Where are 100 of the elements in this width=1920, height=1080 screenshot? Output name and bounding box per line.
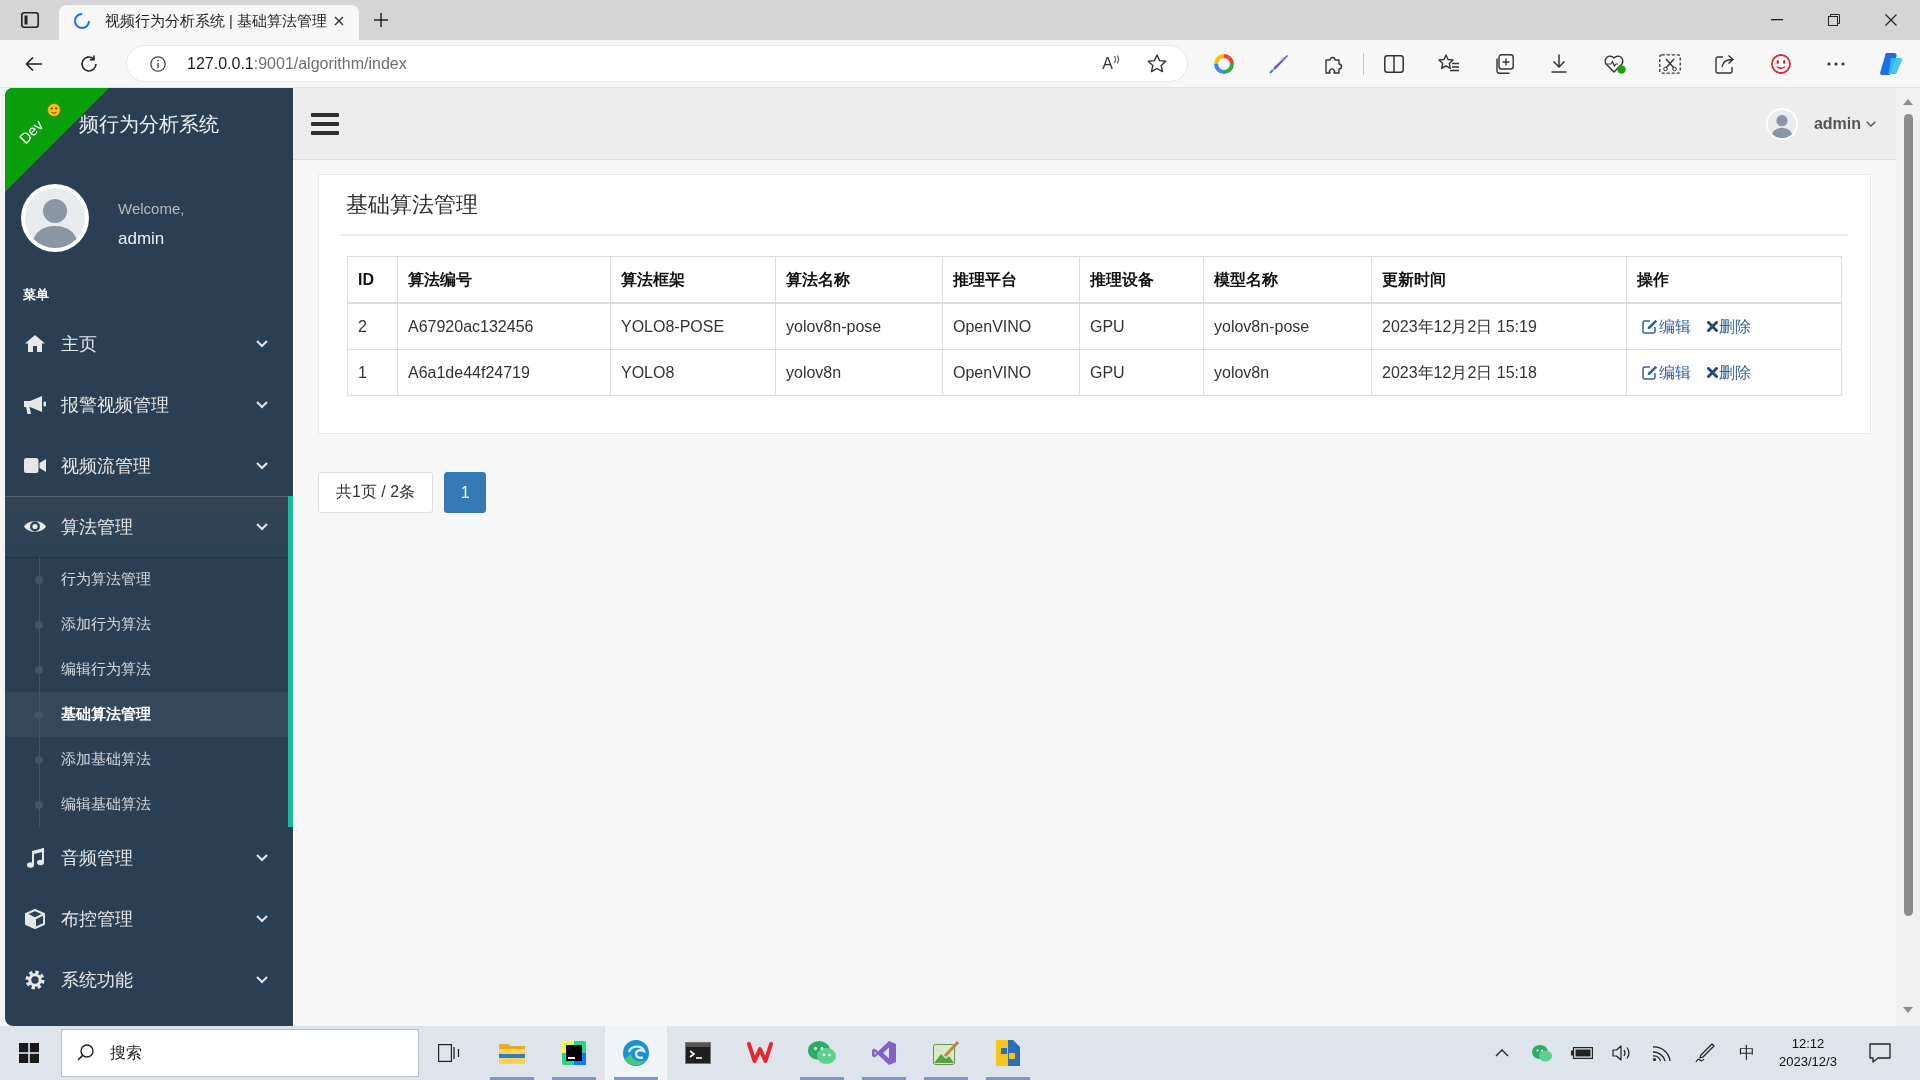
color-wheel-icon[interactable] <box>1213 53 1234 74</box>
edit-link[interactable]: 编辑 <box>1642 361 1691 384</box>
cross-icon <box>1707 367 1718 378</box>
more-icon[interactable] <box>1826 61 1845 66</box>
menu-item[interactable]: 算法管理 <box>5 496 288 557</box>
column-header: 算法名称 <box>775 256 943 303</box>
delete-link[interactable]: 删除 <box>1707 315 1751 338</box>
menu-item[interactable]: 布控管理 <box>5 888 293 949</box>
table-cell: yolov8n-pose <box>1203 303 1372 350</box>
user-avatar <box>1765 107 1798 140</box>
plus-icon[interactable] <box>374 13 388 27</box>
document-icon <box>996 1040 1020 1066</box>
submenu-item[interactable]: 添加基础算法 <box>5 737 288 782</box>
column-header: ID <box>347 256 398 303</box>
welcome-text: Welcome, <box>118 200 185 217</box>
split-screen-icon[interactable] <box>1383 54 1404 73</box>
column-header: 算法编号 <box>397 256 611 303</box>
address-bar[interactable]: 127.0.0.1:9001/algorithm/index A <box>126 45 1188 82</box>
menu-item[interactable]: 视频流管理 <box>5 435 293 496</box>
user-menu[interactable]: admin <box>1813 114 1876 133</box>
read-aloud-button[interactable]: A <box>1102 54 1120 73</box>
table-cell: 2023年12月2日 15:19 <box>1371 303 1627 350</box>
menu-item[interactable]: 主页 <box>5 313 293 374</box>
back-arrow-icon[interactable] <box>25 55 43 72</box>
star-icon[interactable] <box>1147 54 1167 73</box>
table-cell: 1 <box>347 349 398 396</box>
table-cell: yolov8n-pose <box>775 303 943 350</box>
star-list-icon[interactable] <box>1437 53 1460 74</box>
heart-icon[interactable] <box>1603 53 1626 74</box>
wifi-icon[interactable] <box>1652 1044 1672 1062</box>
swirl-icon[interactable] <box>1879 51 1904 76</box>
battery-icon[interactable] <box>1571 1047 1593 1059</box>
page-button[interactable]: 1 <box>444 472 487 513</box>
chat-bubbles-icon <box>808 1041 836 1065</box>
browser-tab[interactable]: 视频行为分析系统 | 基础算法管理 <box>59 5 359 40</box>
clock-date[interactable]: 2023/12/3 <box>1779 1053 1837 1071</box>
table-cell: yolov8n <box>775 349 943 396</box>
chevron-down-icon <box>256 975 268 984</box>
loading-ring-icon <box>74 13 90 29</box>
four-panes-icon[interactable] <box>19 1043 39 1063</box>
running-indicator <box>800 1077 844 1080</box>
cross-icon <box>1707 321 1718 332</box>
emoji-icon <box>47 103 61 117</box>
menu-icon[interactable] <box>311 112 339 135</box>
search-icon <box>77 1044 94 1061</box>
pen-icon[interactable] <box>1694 1043 1715 1063</box>
refresh-icon[interactable] <box>80 54 98 73</box>
scissors-frame-icon[interactable] <box>1659 53 1681 74</box>
column-header: 操作 <box>1626 256 1842 303</box>
menu-item[interactable]: 系统功能 <box>5 949 293 1010</box>
cube-icon <box>25 908 45 929</box>
info-icon[interactable] <box>150 55 166 72</box>
edit-icon <box>1642 319 1658 334</box>
face-icon[interactable] <box>1770 53 1791 74</box>
menu-heading: 菜单 <box>23 287 49 302</box>
table-cell: YOLO8 <box>610 349 776 396</box>
scroll-up-arrow-icon[interactable] <box>1903 99 1913 105</box>
site-title[interactable]: 频行为分析系统 <box>79 110 219 138</box>
submenu-item[interactable]: 基础算法管理 <box>5 692 288 737</box>
share-icon[interactable] <box>1715 53 1736 74</box>
chevron-up-icon[interactable] <box>1495 1049 1509 1057</box>
close-icon[interactable] <box>334 16 344 26</box>
column-header: 模型名称 <box>1203 256 1372 303</box>
chevron-down-icon <box>256 339 268 348</box>
column-header: 更新时间 <box>1371 256 1627 303</box>
scroll-down-arrow-icon[interactable] <box>1903 1007 1913 1013</box>
search-field[interactable]: 搜索 <box>61 1029 419 1077</box>
picture-icon <box>933 1041 959 1065</box>
minimize-icon[interactable] <box>1770 19 1783 21</box>
restore-icon[interactable] <box>1827 14 1840 26</box>
profile-name: admin <box>118 229 165 248</box>
delete-link[interactable]: 删除 <box>1707 361 1751 384</box>
running-indicator <box>862 1077 906 1080</box>
collections-icon[interactable] <box>1494 53 1515 74</box>
running-indicator <box>924 1077 968 1080</box>
bullet-icon <box>35 755 43 764</box>
edit-icon <box>1642 365 1658 380</box>
speaker-icon[interactable] <box>1612 1045 1632 1061</box>
submenu-item[interactable]: 添加行为算法 <box>5 602 288 647</box>
bullet-icon <box>35 620 43 629</box>
download-icon[interactable] <box>1551 54 1568 73</box>
close-icon[interactable] <box>1885 14 1897 26</box>
chevron-down-icon <box>256 522 268 531</box>
submenu-item[interactable]: 编辑行为算法 <box>5 647 288 692</box>
edit-link[interactable]: 编辑 <box>1642 315 1691 338</box>
stacked-panes-icon[interactable] <box>438 1044 460 1062</box>
running-indicator <box>986 1077 1030 1080</box>
panel-icon[interactable] <box>20 12 39 28</box>
chevron-down-icon <box>1866 120 1876 127</box>
wave-circle-icon <box>623 1040 649 1066</box>
menu-item[interactable]: 音频管理 <box>5 827 293 888</box>
submenu-item[interactable]: 编辑基础算法 <box>5 782 288 827</box>
submenu-item[interactable]: 行为算法管理 <box>5 557 288 602</box>
bullet-icon <box>35 575 43 584</box>
menu-item[interactable]: 报警视频管理 <box>5 374 293 435</box>
message-icon[interactable] <box>1869 1043 1891 1063</box>
scrollbar-thumb[interactable] <box>1903 114 1913 916</box>
chevron-down-icon <box>256 853 268 862</box>
input-method-indicator[interactable]: 中 <box>1738 1042 1755 1064</box>
clock-time[interactable]: 12:12 <box>1791 1035 1825 1053</box>
